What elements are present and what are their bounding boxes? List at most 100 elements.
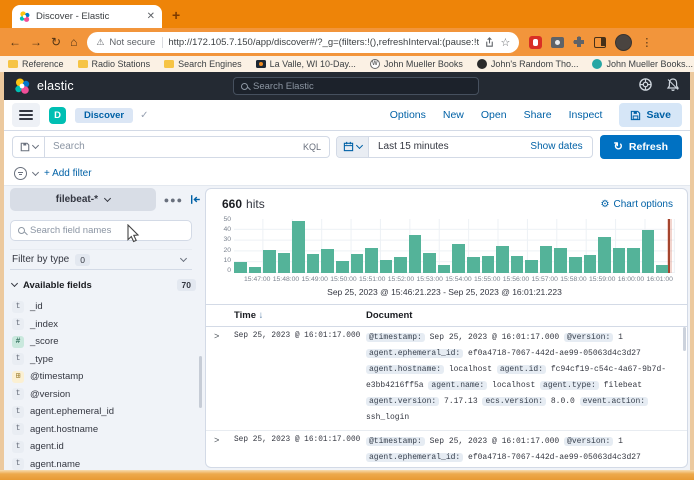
open-button[interactable]: Open (481, 109, 507, 121)
filter-by-type-button[interactable]: Filter by type 0 (10, 249, 192, 270)
new-tab-button[interactable]: + (172, 7, 180, 23)
kql-search-box[interactable]: KQL (45, 136, 330, 158)
adblock-icon[interactable] (529, 36, 542, 49)
histogram-bar[interactable] (554, 248, 567, 273)
histogram-bar[interactable] (380, 260, 393, 273)
histogram-bar[interactable] (234, 262, 247, 273)
histogram-bar[interactable] (263, 250, 276, 273)
bookmark-item[interactable]: WJohn Mueller Books (370, 59, 463, 69)
bookmark-item[interactable]: John's Random Tho... (477, 59, 579, 69)
split-screen-icon[interactable] (594, 37, 606, 48)
filter-set-icon[interactable] (14, 167, 27, 180)
saved-query-button[interactable] (12, 136, 45, 158)
help-icon[interactable] (638, 77, 653, 92)
histogram-bar[interactable] (525, 260, 538, 273)
available-fields-header[interactable]: Available fields 70 (10, 279, 202, 291)
field-item[interactable]: t@version (10, 386, 202, 404)
bookmark-item[interactable]: Reference (8, 59, 64, 69)
expand-row-icon[interactable]: > (214, 436, 230, 468)
bookmark-item[interactable]: Radio Stations (78, 59, 151, 69)
table-scrollbar[interactable] (683, 327, 686, 351)
collapse-sidebar-icon[interactable] (189, 193, 202, 206)
reload-button[interactable]: ↻ (51, 35, 61, 49)
histogram-bar[interactable] (452, 244, 465, 273)
refresh-button[interactable]: ↻ Refresh (600, 135, 682, 159)
options-button[interactable]: Options (390, 109, 426, 121)
histogram-bar[interactable] (613, 248, 626, 273)
bookmark-item[interactable]: John Mueller Books... (592, 59, 693, 69)
back-button[interactable]: ← (9, 35, 21, 49)
field-item[interactable]: #_score (10, 333, 202, 351)
histogram-bar[interactable] (292, 221, 305, 273)
kql-search-input[interactable] (53, 141, 303, 152)
add-filter-link[interactable]: + Add filter (44, 168, 92, 179)
puzzle-icon[interactable] (573, 36, 585, 48)
histogram-bar[interactable] (656, 265, 669, 273)
calendar-button[interactable] (337, 137, 369, 157)
histogram-bar[interactable] (482, 256, 495, 273)
field-item[interactable]: ⊞@timestamp (10, 368, 202, 386)
space-badge[interactable]: D (49, 107, 66, 124)
inspect-button[interactable]: Inspect (569, 109, 603, 121)
alerts-bell-icon[interactable] (666, 77, 680, 92)
histogram-bar[interactable] (598, 237, 611, 273)
chevron-down-icon[interactable] (32, 168, 39, 175)
field-item[interactable]: t_id (10, 298, 202, 316)
histogram-bar[interactable] (627, 248, 640, 273)
histogram-bar[interactable] (249, 267, 262, 273)
share-button[interactable]: Share (524, 109, 552, 121)
expand-row-icon[interactable]: > (214, 332, 230, 426)
menu-hamburger-button[interactable] (12, 103, 40, 127)
global-search[interactable] (233, 77, 479, 95)
sidebar-scrollbar[interactable] (199, 356, 202, 408)
save-button[interactable]: Save (619, 103, 682, 127)
field-search-box[interactable] (10, 220, 192, 241)
histogram-bar[interactable] (321, 249, 334, 273)
histogram-bar[interactable] (511, 256, 524, 273)
index-options-icon[interactable]: ●●● (164, 195, 183, 205)
home-button[interactable]: ⌂ (70, 35, 77, 49)
global-search-input[interactable] (253, 81, 471, 92)
kql-label[interactable]: KQL (303, 142, 321, 152)
field-search-input[interactable] (30, 225, 184, 236)
field-item[interactable]: t_index (10, 316, 202, 334)
histogram-bar[interactable] (642, 230, 655, 273)
bookmark-item[interactable]: La Valle, WI 10-Day... (256, 59, 356, 69)
field-item[interactable]: tagent.ephemeral_id (10, 403, 202, 421)
histogram-bar[interactable] (467, 257, 480, 273)
time-column-header[interactable]: Time ↓ (234, 310, 352, 321)
histogram-bar[interactable] (394, 257, 407, 273)
field-item[interactable]: t_type (10, 351, 202, 369)
tab-close-icon[interactable]: ✕ (147, 11, 155, 22)
screenshot-icon[interactable] (551, 37, 564, 48)
field-item[interactable]: tagent.name (10, 456, 202, 471)
sort-desc-icon[interactable]: ↓ (259, 310, 264, 321)
bookmark-item[interactable]: Search Engines (164, 59, 242, 69)
profile-avatar[interactable] (615, 34, 632, 51)
share-icon[interactable] (484, 37, 495, 48)
breadcrumb[interactable]: Discover (75, 108, 133, 123)
histogram-bar[interactable] (423, 253, 436, 273)
histogram-bar[interactable] (351, 254, 364, 273)
time-range-value[interactable]: Last 15 minutes (369, 137, 521, 157)
field-item[interactable]: tagent.id (10, 438, 202, 456)
chart-options-button[interactable]: ⚙ Chart options (601, 199, 673, 210)
show-dates-link[interactable]: Show dates (521, 137, 591, 157)
new-button[interactable]: New (443, 109, 464, 121)
browser-tab[interactable]: Discover - Elastic ✕ (12, 5, 162, 28)
bookmark-star-icon[interactable]: ☆ (500, 36, 510, 49)
histogram-bar[interactable] (409, 235, 422, 273)
histogram-bar[interactable] (540, 246, 553, 273)
histogram-bar[interactable] (569, 257, 582, 273)
forward-button[interactable]: → (30, 35, 42, 49)
field-item[interactable]: tagent.hostname (10, 421, 202, 439)
histogram-bar[interactable] (365, 248, 378, 273)
histogram-bar[interactable] (438, 265, 451, 273)
browser-menu-icon[interactable]: ⋮ (641, 36, 652, 49)
url-field[interactable]: ⚠ Not secure http://172.105.7.150/app/di… (87, 32, 519, 53)
histogram-bar[interactable] (496, 246, 509, 273)
histogram-bar[interactable] (584, 255, 597, 273)
histogram-bar[interactable] (307, 254, 320, 273)
histogram-bar[interactable] (278, 253, 291, 273)
histogram-bar[interactable] (336, 261, 349, 273)
